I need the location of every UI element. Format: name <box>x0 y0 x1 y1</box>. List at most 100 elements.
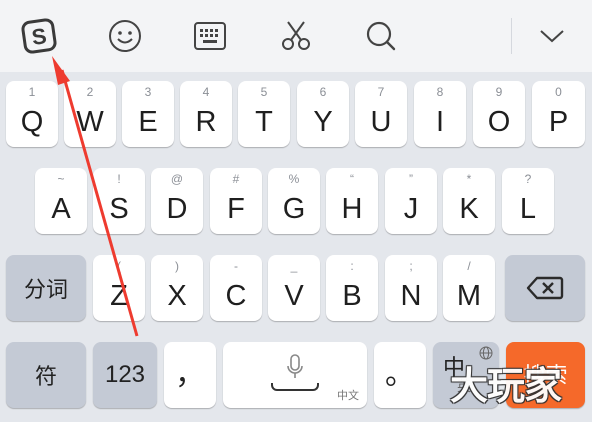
key-a[interactable]: ~ A <box>35 168 87 234</box>
clipboard-button[interactable] <box>274 14 318 58</box>
spacebar-icon <box>271 383 319 391</box>
segment-label: 分词 <box>23 277 68 302</box>
emoji-button[interactable] <box>103 14 147 58</box>
key-q[interactable]: 1 Q <box>6 81 58 147</box>
key-label: X <box>167 280 187 312</box>
search-icon <box>366 21 396 51</box>
key-sub: ( <box>117 259 121 273</box>
key-sub: 6 <box>319 85 327 99</box>
keyboard-area: 1 Q 2 W 3 E 4 R 5 T 6 Y 7 U 8 I 9 O 0 P … <box>0 72 592 422</box>
svg-text:S: S <box>30 23 48 50</box>
period-key[interactable]: 。 <box>374 342 426 408</box>
key-sub: 8 <box>436 85 444 99</box>
key-z[interactable]: ( Z <box>93 255 145 321</box>
key-label: U <box>370 106 392 138</box>
comma-key[interactable]: ， <box>164 342 216 408</box>
key-h[interactable]: “ H <box>326 168 378 234</box>
language-sub-label: 英 <box>457 378 471 394</box>
search-button[interactable] <box>359 14 403 58</box>
key-sub: ) <box>175 259 179 273</box>
key-label: J <box>403 193 419 225</box>
key-m[interactable]: / M <box>443 255 495 321</box>
key-label: G <box>282 193 306 225</box>
key-b[interactable]: : B <box>326 255 378 321</box>
key-sub: 9 <box>495 85 503 99</box>
key-s[interactable]: ! S <box>93 168 145 234</box>
backspace-icon <box>526 276 564 300</box>
key-x[interactable]: ) X <box>151 255 203 321</box>
key-c[interactable]: - C <box>210 255 262 321</box>
key-label: O <box>487 106 511 138</box>
keyboard-switch-button[interactable] <box>188 14 232 58</box>
key-e[interactable]: 3 E <box>122 81 174 147</box>
key-sub: / <box>467 259 471 273</box>
key-sub: “ <box>350 172 354 186</box>
backspace-key[interactable] <box>505 255 585 321</box>
key-n[interactable]: ; N <box>385 255 437 321</box>
key-label: W <box>76 106 104 138</box>
key-sub: 3 <box>144 85 152 99</box>
key-sub: _ <box>290 259 298 273</box>
key-label: H <box>341 193 363 225</box>
key-f[interactable]: # F <box>210 168 262 234</box>
key-v[interactable]: _ V <box>268 255 320 321</box>
space-key[interactable]: 中文 <box>223 342 367 408</box>
key-w[interactable]: 2 W <box>64 81 116 147</box>
key-sub: 0 <box>555 85 562 99</box>
language-switch-key[interactable]: 中 英 <box>433 342 499 408</box>
key-j[interactable]: ” J <box>385 168 437 234</box>
toolbar-divider <box>511 18 512 54</box>
key-u[interactable]: 7 U <box>355 81 407 147</box>
key-label: E <box>138 106 158 138</box>
microphone-icon <box>287 354 303 378</box>
key-label: I <box>435 106 445 138</box>
period-label: 。 <box>385 358 415 391</box>
key-sub: 7 <box>377 85 385 99</box>
key-d[interactable]: @ D <box>151 168 203 234</box>
number-key[interactable]: 123 <box>93 342 157 408</box>
number-label: 123 <box>104 361 146 388</box>
search-key-label: 搜索 <box>523 363 568 388</box>
key-sub: @ <box>170 172 184 186</box>
key-sub: * <box>466 172 472 186</box>
comma-label: ， <box>175 358 205 391</box>
key-sub: ? <box>524 172 532 186</box>
key-r[interactable]: 4 R <box>180 81 232 147</box>
key-g[interactable]: % G <box>268 168 320 234</box>
key-o[interactable]: 9 O <box>473 81 525 147</box>
key-sub: 2 <box>86 85 94 99</box>
search-key[interactable]: 搜索 <box>506 342 585 408</box>
key-label: Z <box>110 280 128 312</box>
key-label: T <box>255 106 273 138</box>
key-label: S <box>109 193 129 225</box>
key-label: R <box>195 106 217 138</box>
key-sub: 5 <box>260 85 268 99</box>
key-label: P <box>548 106 569 138</box>
key-label: Q <box>20 106 44 138</box>
key-label: B <box>342 280 362 312</box>
key-sub: ~ <box>57 172 65 186</box>
key-sub: ” <box>409 172 413 186</box>
key-i[interactable]: 8 I <box>414 81 466 147</box>
key-k[interactable]: * K <box>443 168 495 234</box>
sogou-logo-icon: S <box>21 18 57 54</box>
symbol-label: 符 <box>34 364 57 389</box>
key-sub: 1 <box>28 85 36 99</box>
key-l[interactable]: ? L <box>502 168 554 234</box>
key-sub: 4 <box>202 85 210 99</box>
keyboard-icon <box>194 22 226 50</box>
key-label: N <box>400 280 422 312</box>
key-sub: ; <box>409 259 413 273</box>
key-p[interactable]: 0 P <box>532 81 585 147</box>
key-y[interactable]: 6 Y <box>297 81 349 147</box>
collapse-button[interactable] <box>530 14 574 58</box>
key-label: M <box>456 280 482 312</box>
scissors-icon <box>282 21 310 50</box>
key-sub: ! <box>117 172 121 186</box>
globe-icon <box>479 346 493 360</box>
segment-key[interactable]: 分词 <box>6 255 86 321</box>
key-t[interactable]: 5 T <box>238 81 290 147</box>
symbol-key[interactable]: 符 <box>6 342 86 408</box>
key-label: K <box>459 193 479 225</box>
sogou-logo-button[interactable]: S <box>17 14 61 58</box>
